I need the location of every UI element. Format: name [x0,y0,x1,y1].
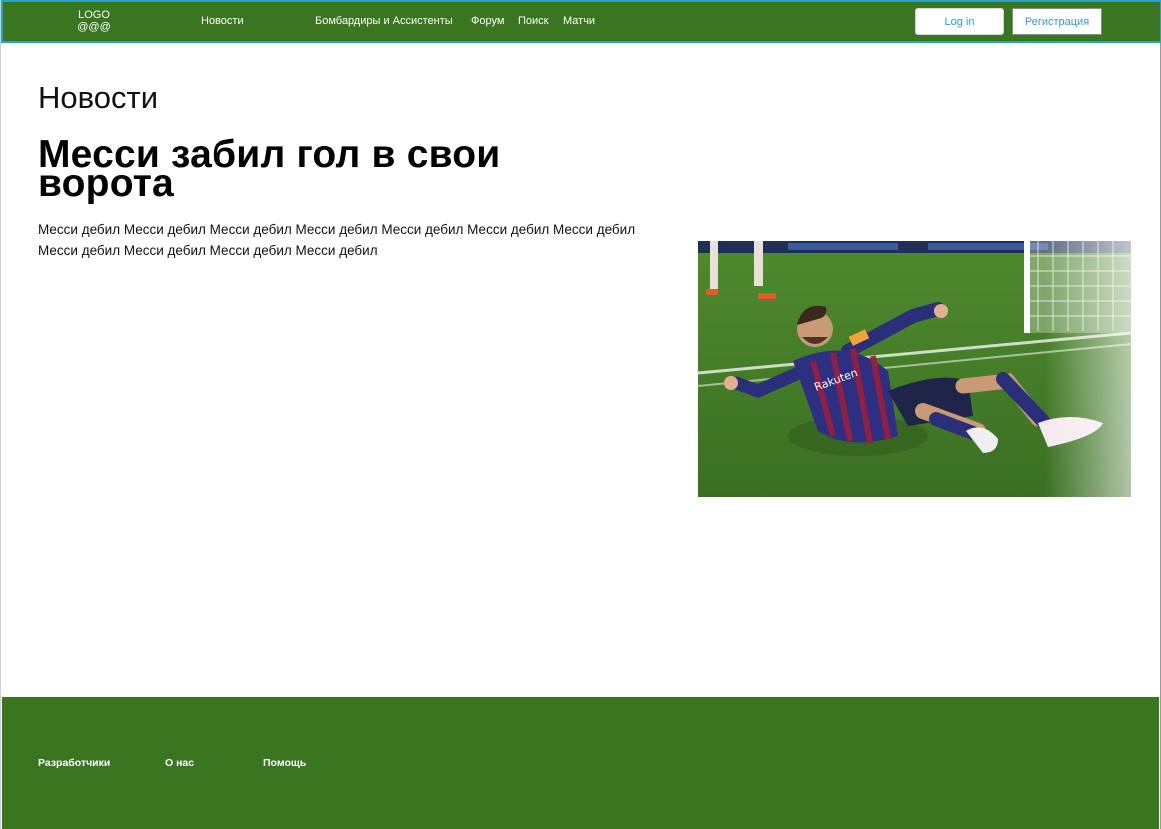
footer: Разработчики О нас Помощь [2,697,1159,829]
page: LOGO @@@ Новости Бомбардиры и Ассистенты… [0,0,1161,829]
nav-link-scorers[interactable]: Бомбардиры и Ассистенты [315,14,453,28]
nav-link-search[interactable]: Поиск [518,14,548,28]
article-title[interactable]: Месси забил гол в свои ворота [38,135,598,203]
register-button[interactable]: Регистрация [1012,8,1102,35]
logo-symbols: @@@ [77,21,111,33]
nav-link-news[interactable]: Новости [201,14,244,28]
login-button[interactable]: Log in [915,8,1004,35]
article-body: Месси дебил Месси дебил Месси дебил Месс… [38,222,636,258]
top-navbar: LOGO @@@ Новости Бомбардиры и Ассистенты… [1,0,1161,43]
nav-link-matches[interactable]: Матчи [563,14,595,28]
nav-link-forum[interactable]: Форум [471,14,504,28]
logo[interactable]: LOGO @@@ [77,9,111,33]
footer-link-help[interactable]: Помощь [263,757,306,769]
page-title: Новости [38,80,159,115]
logo-text: LOGO [78,9,110,21]
article-photo: Rakuten [698,241,1131,497]
footer-link-about[interactable]: О нас [165,757,194,769]
footer-link-developers[interactable]: Разработчики [38,757,110,769]
